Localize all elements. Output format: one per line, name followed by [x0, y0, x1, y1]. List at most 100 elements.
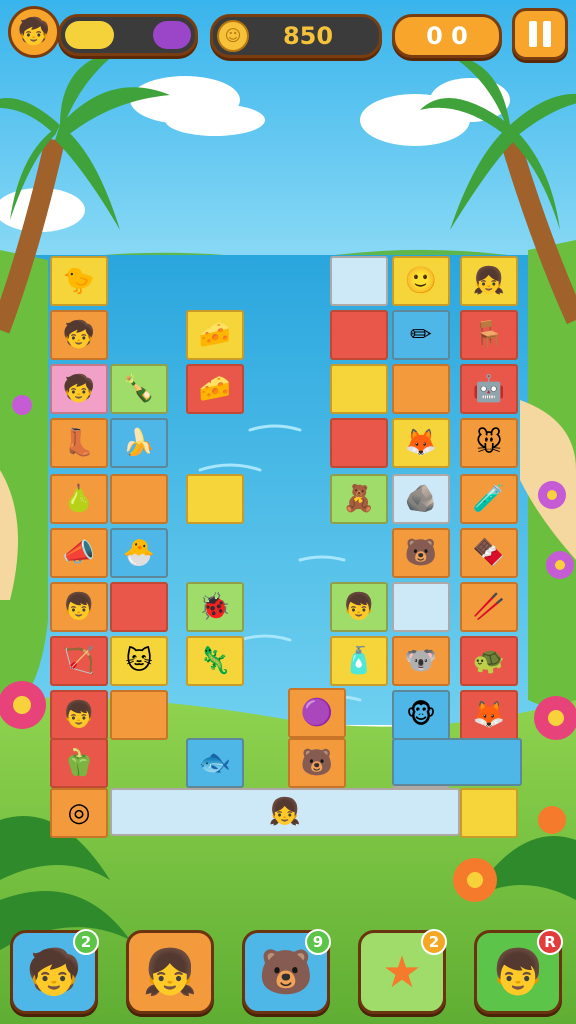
tile-bottom-bar[interactable] — [460, 788, 518, 838]
player-avatar[interactable]: 🧒 — [8, 6, 60, 58]
tile-orange-block-2[interactable] — [110, 690, 168, 740]
tile-banana[interactable]: 🍌 — [110, 418, 168, 468]
tile-purple-kid[interactable]: 🧒 — [50, 364, 108, 414]
red-creature-icon: 🐞 — [198, 592, 232, 622]
koala-icon: 🐨 — [404, 646, 438, 676]
cheese-icon: 🧀 — [198, 320, 232, 350]
tile-robot-kid[interactable]: 🤖 — [460, 364, 518, 414]
tile-blue-block[interactable] — [392, 738, 522, 786]
tile-red-block[interactable] — [110, 582, 168, 632]
blue-hat-kid-icon: 👦 — [62, 700, 96, 730]
green-creature-icon: 🦎 — [198, 646, 232, 676]
beanie-kid-icon: 👦 — [342, 592, 376, 622]
moves-counter: 0 0 — [392, 14, 502, 58]
booster-button-4[interactable]: ★ 2 — [358, 929, 447, 1014]
tile-pepper[interactable]: 🫑 — [50, 738, 108, 788]
pause-button[interactable] — [512, 8, 568, 60]
tile-lion-cub[interactable]: 🐱 — [110, 636, 168, 686]
green-kid-icon: 🧒 — [62, 320, 96, 350]
coin-icon: ☺ — [217, 20, 249, 52]
booster-button-2[interactable]: 👧 — [126, 930, 214, 1014]
tile-blue-kid[interactable]: 👧 — [460, 256, 518, 306]
booster-count-badge: 2 — [73, 929, 99, 955]
cork-icon: 🍾 — [122, 374, 156, 404]
tile-light-block[interactable] — [330, 256, 388, 306]
mouse-icon: 🐭 — [475, 428, 503, 458]
tile-orange-block-3[interactable] — [392, 364, 450, 414]
tile-green-kid[interactable]: 🧒 — [50, 310, 108, 360]
tile-red-block-3[interactable] — [330, 310, 388, 360]
turtle-kid-icon: 🐢 — [472, 646, 506, 676]
boot-icon: 👢 — [62, 428, 96, 458]
orange-block-icon — [112, 476, 166, 522]
purple-kid-icon: 🧒 — [62, 374, 96, 404]
tile-bench[interactable]: 🪑 — [460, 310, 518, 360]
chocolate-icon: 🍫 — [472, 538, 506, 568]
booster-count-badge: R — [537, 929, 563, 955]
tile-koala[interactable]: 🐨 — [392, 636, 450, 686]
tile-red-creature[interactable]: 🐞 — [186, 582, 244, 632]
tile-bottle[interactable]: 🧴 — [330, 636, 388, 686]
tile-bottle-2[interactable]: 🧪 — [460, 474, 518, 524]
tile-cheese-slice[interactable]: 🧀 — [186, 364, 244, 414]
tile-cheese[interactable]: 🧀 — [186, 310, 244, 360]
tile-pencil[interactable]: ✏ — [392, 310, 450, 360]
tile-purple-fish[interactable]: 🐟 — [186, 738, 244, 788]
tile-turtle-kid[interactable]: 🐢 — [460, 636, 518, 686]
coin-count: 850 — [282, 22, 334, 50]
tile-orange-block[interactable] — [110, 474, 168, 524]
bottom-bar-icon — [462, 790, 516, 836]
bird-icon: 🐤 — [62, 266, 96, 296]
booster-button-5[interactable]: 👦 R — [474, 929, 563, 1014]
purple-fish-icon: 🐟 — [198, 748, 232, 778]
yellow-block-icon — [188, 476, 242, 522]
arrows-icon: 🏹 — [62, 646, 96, 676]
tile-yellow-block-2[interactable] — [330, 364, 388, 414]
tile-stone[interactable]: 🪨 — [392, 474, 450, 524]
tile-bear-face[interactable]: 🐻 — [288, 738, 346, 788]
tile-teddy[interactable]: 🧸 — [330, 474, 388, 524]
tile-pear[interactable]: 🍐 — [50, 474, 108, 524]
tile-coin-tile[interactable]: ◎ — [50, 788, 108, 838]
girl-icon: 👧 — [268, 797, 302, 827]
tile-monkey[interactable]: 🐵 — [392, 690, 450, 740]
booster-button-3[interactable]: 🐻 9 — [242, 929, 331, 1014]
tile-purple-blob[interactable]: 🟣 — [288, 688, 346, 738]
tile-kid[interactable]: 👦 — [50, 582, 108, 632]
tile-chocolate[interactable]: 🍫 — [460, 528, 518, 578]
tile-sun-creature[interactable]: 🐣 — [110, 528, 168, 578]
tile-light-block-2[interactable] — [392, 582, 450, 632]
tile-fox[interactable]: 🦊 — [460, 690, 518, 740]
energy-bar-fill — [65, 21, 115, 49]
blue-kid-icon: 👧 — [472, 266, 506, 296]
monkey-icon: 🐵 — [405, 700, 437, 730]
tile-beanie-kid[interactable]: 👦 — [330, 582, 388, 632]
tile-green-creature[interactable]: 🦎 — [186, 636, 244, 686]
coin-counter: ☺ 850 — [210, 14, 382, 58]
face-icon: 🙂 — [404, 266, 438, 296]
tile-boot[interactable]: 👢 — [50, 418, 108, 468]
tile-bird[interactable]: 🐤 — [50, 256, 108, 306]
tile-blue-hat-kid[interactable]: 👦 — [50, 690, 108, 740]
tile-face[interactable]: 🙂 — [392, 256, 450, 306]
pencil-icon: ✏ — [410, 320, 432, 350]
tile-sticks[interactable]: 🥢 — [460, 582, 518, 632]
pear-icon: 🍐 — [62, 484, 96, 514]
tile-girl[interactable]: 👧 — [110, 788, 460, 836]
pepper-icon: 🫑 — [62, 748, 96, 778]
tile-yellow-block[interactable] — [186, 474, 244, 524]
tile-red-block-4[interactable] — [330, 418, 388, 468]
tile-cork[interactable]: 🍾 — [110, 364, 168, 414]
booster-button-1[interactable]: 🧒 2 — [10, 929, 99, 1014]
fox-icon: 🦊 — [472, 700, 506, 730]
lion-cub-icon: 🐱 — [125, 646, 153, 676]
tile-bear[interactable]: 🐻 — [392, 528, 450, 578]
tile-arrows[interactable]: 🏹 — [50, 636, 108, 686]
red-block-icon — [112, 584, 166, 630]
tile-megaphone[interactable]: 📣 — [50, 528, 108, 578]
tile-mouse[interactable]: 🐭 — [460, 418, 518, 468]
bear-face-icon: 🐻 — [300, 748, 334, 778]
tile-red-fox[interactable]: 🦊 — [392, 418, 450, 468]
player-avatar-icon: 🧒 — [17, 17, 51, 47]
bear-icon: 🐻 — [404, 538, 438, 568]
